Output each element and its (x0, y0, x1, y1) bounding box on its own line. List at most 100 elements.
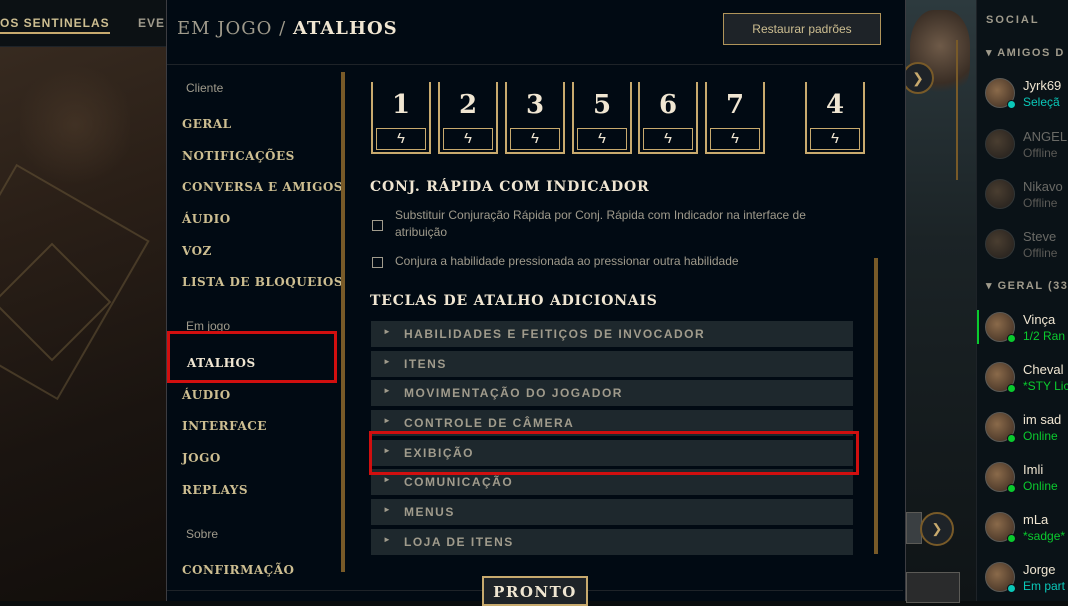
expand-arrow-icon: ► (383, 475, 391, 484)
friend-name: Steve (1023, 229, 1057, 244)
nav-item-voz[interactable]: VOZ (182, 244, 212, 258)
checkbox-replace-quickcast[interactable] (372, 220, 383, 231)
keybind-box[interactable]: 5ϟ (572, 82, 632, 154)
friend-list-item[interactable]: Jyrk69 Seleçã (983, 74, 1068, 114)
expand-arrow-icon: ► (383, 386, 391, 395)
category-itens[interactable]: ► ITENS (371, 351, 853, 377)
status-dot (1007, 434, 1016, 443)
friend-name: Imli (1023, 462, 1044, 477)
social-panel: SOCIAL ▾ AMIGOS D Jyrk69 Seleçã ANGEL Offli… (976, 0, 1068, 601)
nav-item-interface[interactable]: INTERFACE (182, 419, 267, 433)
restore-defaults-button[interactable]: Restaurar padrões (723, 13, 881, 45)
friend-status: Offline (1023, 246, 1058, 260)
nav-item-replays[interactable]: REPLAYS (182, 483, 248, 497)
done-button[interactable]: PRONTO (482, 576, 588, 606)
nav-item-confirmacao[interactable]: CONFIRMAÇÃO (182, 563, 295, 577)
play-next-icon[interactable]: ❯ (920, 512, 954, 546)
friend-list-item[interactable]: Jorge Em part (983, 558, 1068, 598)
lightning-bolt-icon[interactable]: ϟ (510, 128, 560, 150)
friend-status: 1/2 Ran (1023, 329, 1066, 343)
settings-modal: EM JOGO / ATALHOS Restaurar padrões Clie… (166, 0, 906, 606)
category-menus[interactable]: ► MENUS (371, 499, 853, 525)
status-dot (1007, 100, 1016, 109)
friend-status: Seleçã (1023, 95, 1060, 109)
category-movimentacao[interactable]: ► MOVIMENTAÇÃO DO JOGADOR (371, 380, 853, 406)
friend-list-item[interactable]: im sad Online (983, 408, 1068, 448)
friend-name: Cheval (1023, 362, 1064, 377)
breadcrumb-page: ATALHOS (292, 18, 398, 39)
status-dot (1007, 534, 1016, 543)
keybind-box[interactable]: 4ϟ (805, 82, 865, 154)
nav-item-lista-bloqueios[interactable]: LISTA DE BLOQUEIOS (182, 275, 343, 289)
status-dot (1007, 584, 1016, 593)
lightning-bolt-icon[interactable]: ϟ (710, 128, 760, 150)
checkbox-label-cast-on-press: Conjura a habilidade pressionada ao pres… (395, 254, 739, 268)
category-loja-itens[interactable]: ► LOJA DE ITENS (371, 529, 853, 555)
friend-status: Offline (1023, 146, 1058, 160)
checkbox-label-replace-quickcast: Substituir Conjuração Rápida por Conj. R… (395, 208, 806, 239)
lightning-bolt-icon[interactable]: ϟ (443, 128, 493, 150)
category-label: HABILIDADES E FEITIÇOS DE INVOCADOR (404, 327, 706, 341)
top-nav-item-sentinelas[interactable]: OS SENTINELAS (0, 16, 110, 34)
social-group-general[interactable]: ▾ GERAL (33 (986, 279, 1068, 292)
lightning-bolt-icon[interactable]: ϟ (577, 128, 627, 150)
friend-list-item[interactable]: mLa *sadge* (983, 508, 1068, 548)
friend-name: Nikavo (1023, 179, 1063, 194)
category-label: MOVIMENTAÇÃO DO JOGADOR (404, 386, 623, 400)
friend-list-item[interactable]: Cheval *STY Lic (983, 358, 1068, 398)
friend-status: Em part (1023, 579, 1066, 593)
status-dot (1007, 484, 1016, 493)
section-title-quickcast: CONJ. RÁPIDA COM INDICADOR (370, 179, 650, 195)
expand-arrow-icon: ► (383, 535, 391, 544)
nav-item-geral[interactable]: GERAL (182, 117, 232, 131)
nav-item-notificacoes[interactable]: NOTIFICAÇÕES (182, 149, 295, 163)
selected-indicator (977, 310, 979, 344)
keybind-box[interactable]: 6ϟ (638, 82, 698, 154)
nav-group-client: Cliente (186, 81, 224, 95)
highlight-box-exibicao (369, 431, 859, 475)
friend-list-item[interactable]: Vinça 1/2 Ran (977, 308, 1068, 348)
lightning-bolt-icon[interactable]: ϟ (376, 128, 426, 150)
highlight-box-atalhos (167, 331, 337, 383)
expand-arrow-icon: ► (383, 505, 391, 514)
content-scrollbar[interactable] (874, 258, 878, 554)
lightning-bolt-icon[interactable]: ϟ (810, 128, 860, 150)
expand-arrow-icon: ► (383, 327, 391, 336)
friend-name: Vinça (1023, 312, 1056, 327)
friend-list-item[interactable]: ANGEL Offline (983, 125, 1068, 165)
expand-arrow-icon: ► (383, 416, 391, 425)
background-slot (906, 572, 960, 603)
nav-item-conversa-amigos[interactable]: CONVERSA E AMIGOS (182, 180, 343, 194)
nav-scrollbar[interactable] (341, 72, 345, 572)
category-label: LOJA DE ITENS (404, 535, 514, 549)
collapse-arrow-icon: ▾ (986, 280, 994, 292)
top-nav-item-events[interactable]: EVE (138, 16, 166, 30)
friend-list-item[interactable]: Steve Offline (983, 225, 1068, 265)
status-dot (1007, 384, 1016, 393)
friend-list-item[interactable]: Imli Online (983, 458, 1068, 498)
nav-item-audio-ingame[interactable]: ÁUDIO (182, 388, 231, 402)
arrow-right-icon[interactable]: ❯ (902, 62, 934, 94)
checkbox-cast-on-press[interactable] (372, 257, 383, 268)
category-habilidades[interactable]: ► HABILIDADES E FEITIÇOS DE INVOCADOR (371, 321, 853, 347)
friend-name: ANGEL (1023, 129, 1068, 144)
friend-name: Jorge (1023, 562, 1056, 577)
nav-item-jogo[interactable]: JOGO (182, 451, 221, 465)
friend-list-item[interactable]: Nikavo Offline (983, 175, 1068, 215)
keybind-box[interactable]: 2ϟ (438, 82, 498, 154)
category-label: CONTROLE DE CÂMERA (404, 416, 575, 430)
status-dot (1007, 334, 1016, 343)
keybind-box[interactable]: 1ϟ (371, 82, 431, 154)
avatar (985, 229, 1015, 259)
friend-status: Offline (1023, 196, 1058, 210)
client-top-nav: OS SENTINELAS EVE (0, 0, 166, 47)
friend-name: im sad (1023, 412, 1062, 427)
friend-status: Online (1023, 429, 1058, 443)
friend-status: *STY Lic (1023, 379, 1068, 393)
lightning-bolt-icon[interactable]: ϟ (643, 128, 693, 150)
avatar (985, 179, 1015, 209)
nav-item-audio-client[interactable]: ÁUDIO (182, 212, 231, 226)
social-group-friends[interactable]: ▾ AMIGOS D (986, 46, 1065, 59)
keybind-box[interactable]: 7ϟ (705, 82, 765, 154)
keybind-box[interactable]: 3ϟ (505, 82, 565, 154)
